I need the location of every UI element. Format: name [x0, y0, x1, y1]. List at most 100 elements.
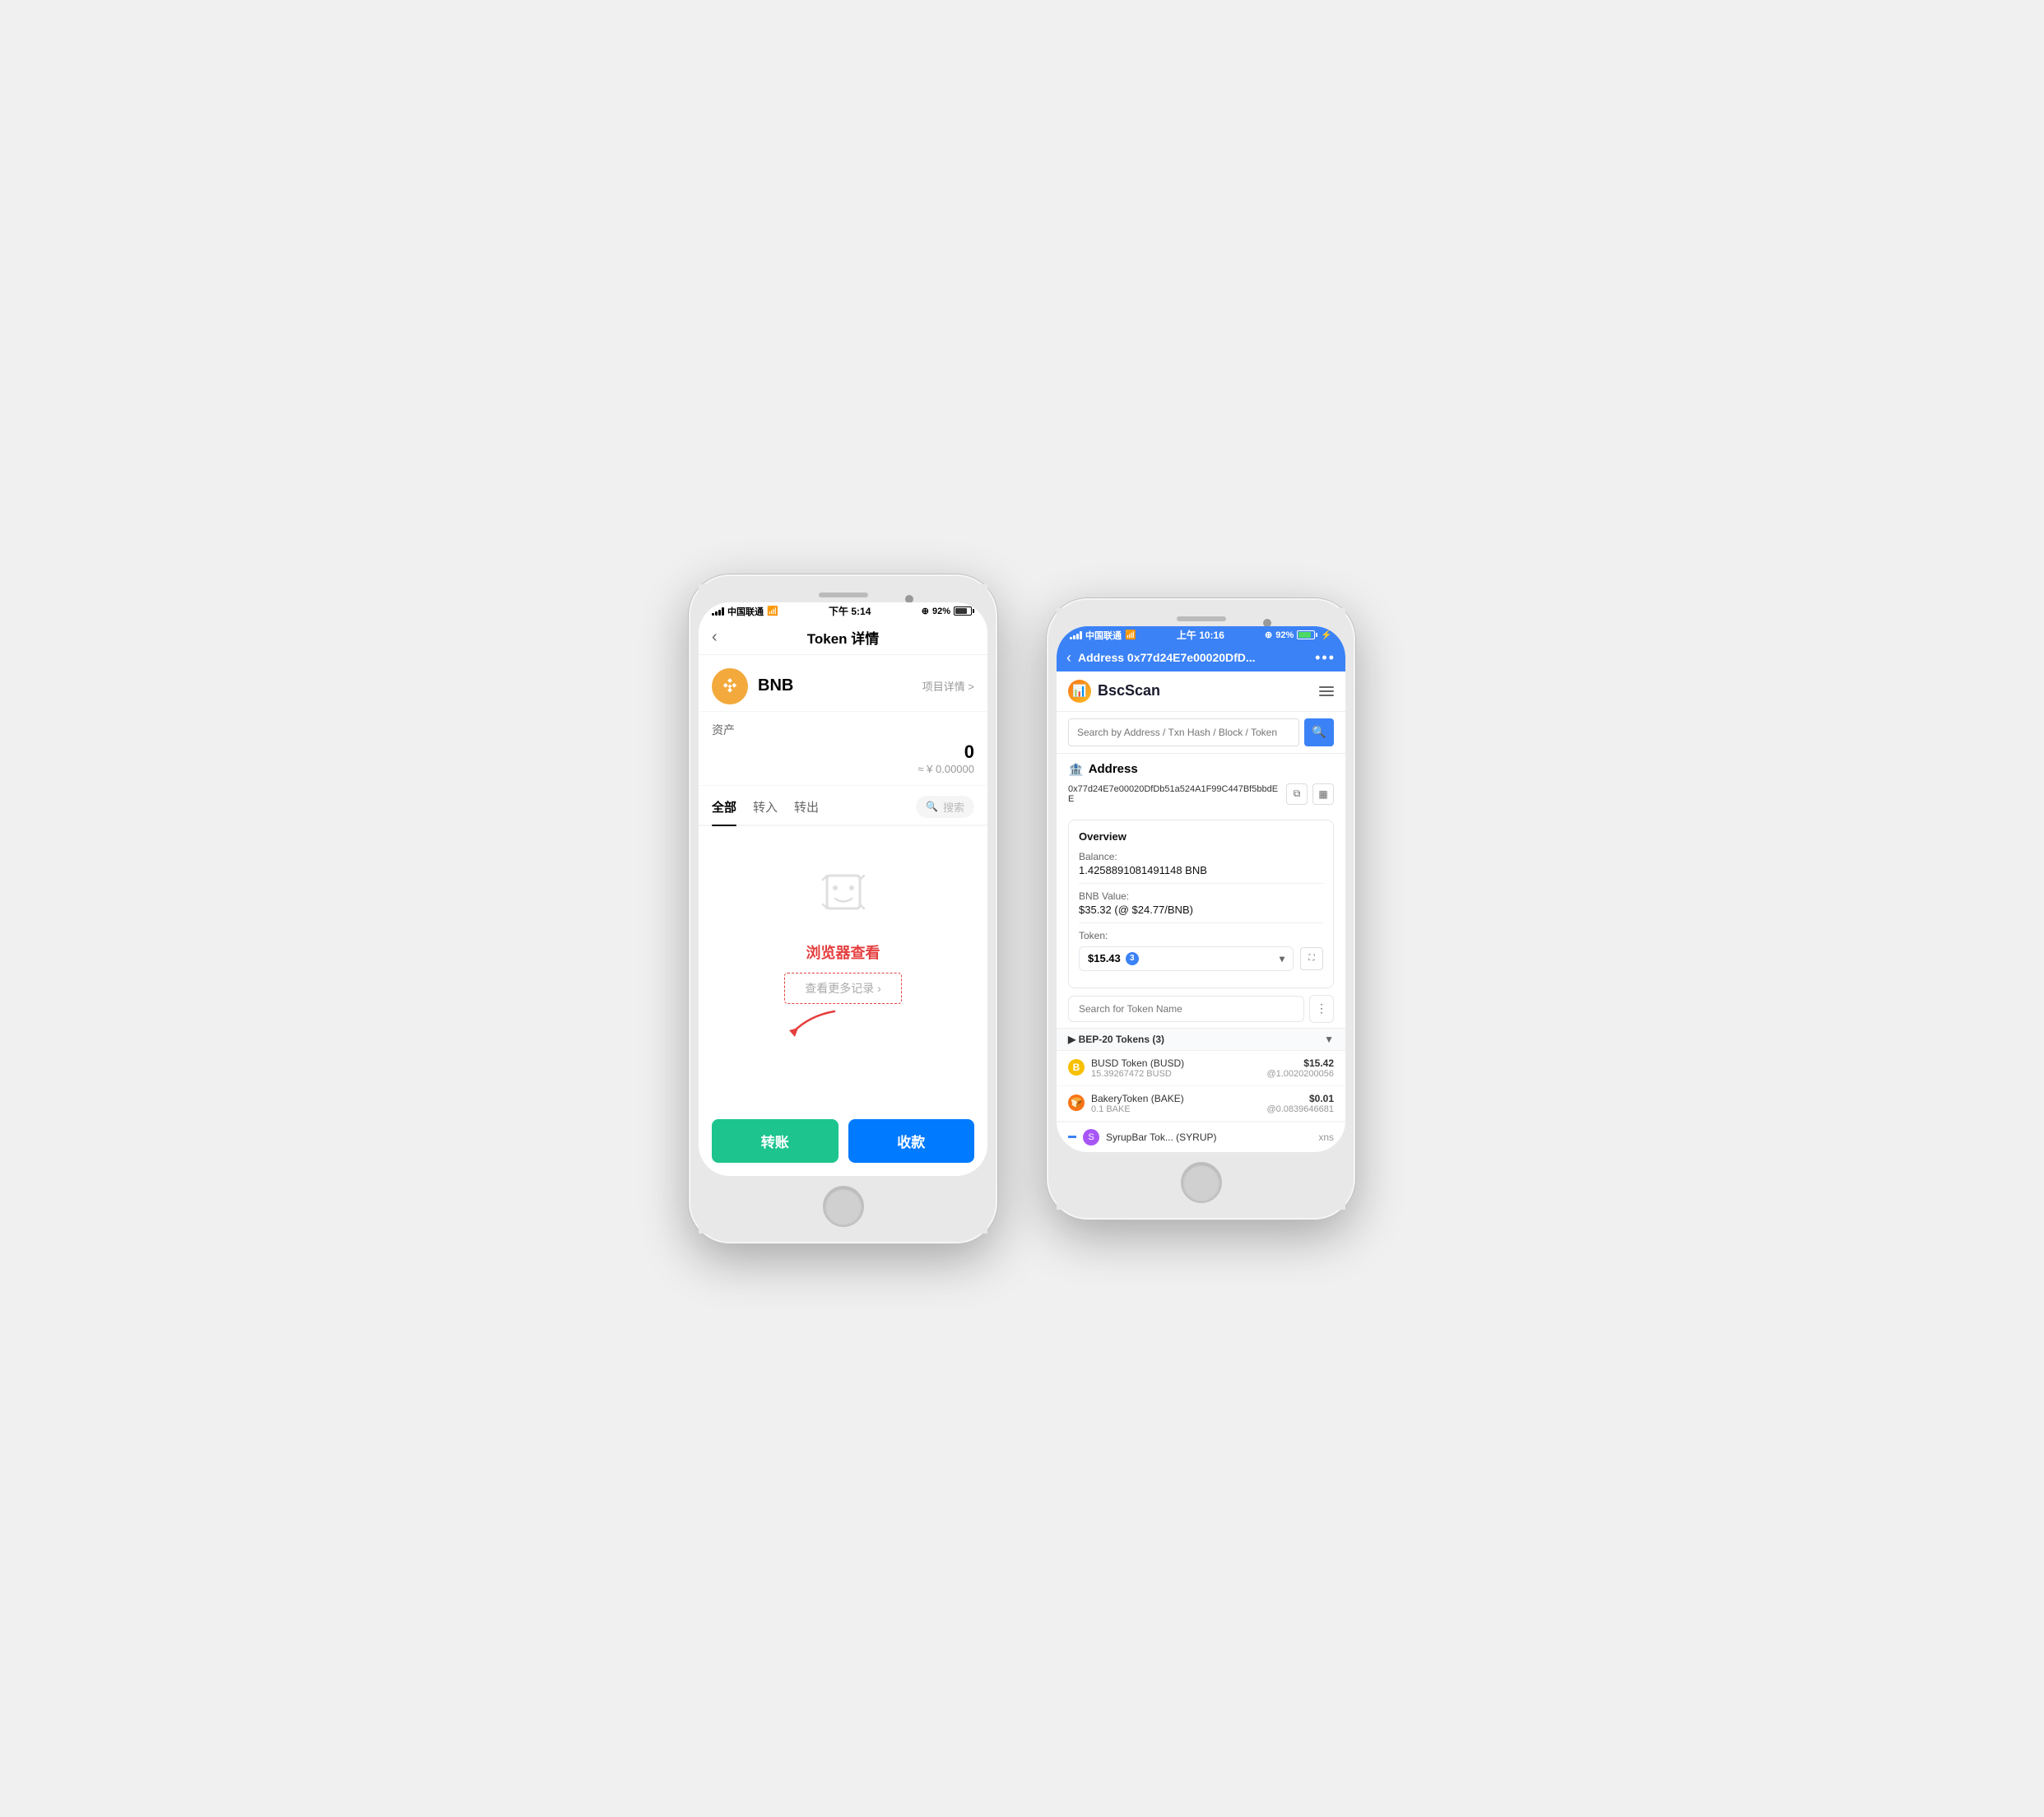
empty-state-area: 浏览器查看 查看更多记录 › — [699, 826, 987, 1057]
home-button-right[interactable] — [1181, 1162, 1222, 1203]
syrup-token-icon: S — [1083, 1129, 1099, 1146]
tab-out[interactable]: 转出 — [794, 798, 819, 816]
token-search-area: ⋮ — [1068, 995, 1334, 1023]
txns-label: xns — [1318, 1132, 1334, 1143]
token-label: Token: — [1079, 930, 1323, 941]
bake-token-info: BakeryToken (BAKE) 0.1 BAKE — [1091, 1093, 1260, 1114]
annotation-area — [699, 1007, 987, 1040]
hamburger-menu-btn[interactable] — [1319, 686, 1334, 696]
red-arrow-annotation — [785, 1007, 851, 1040]
speaker-left — [819, 592, 868, 597]
bscscan-back-btn[interactable]: ‹ — [1066, 649, 1071, 667]
address-section: 🏦 Address 0x77d24E7e00020DfDb51a524A1F99… — [1057, 754, 1345, 813]
left-status-bar: 中国联通 📶 下午 5:14 ⊕ 92% — [699, 602, 987, 620]
bscscan-search-input[interactable] — [1068, 718, 1299, 746]
last-token-row: S SyrupBar Tok... (SYRUP) xns — [1057, 1122, 1345, 1152]
home-button-area-right — [1057, 1152, 1345, 1210]
home-button-area-left — [699, 1176, 987, 1234]
tab-in[interactable]: 转入 — [753, 798, 778, 816]
time-left: 下午 5:14 — [829, 604, 871, 618]
carrier-left: 中国联通 — [727, 605, 764, 618]
bep20-label: ▶ BEP-20 Tokens (3) — [1068, 1034, 1164, 1045]
bscscan-nav-menu[interactable]: ••• — [1315, 649, 1336, 667]
bep20-header: ▶ BEP-20 Tokens (3) ▼ — [1057, 1028, 1345, 1051]
balance-label: Balance: — [1079, 851, 1323, 862]
bscscan-search-row: 🔍 — [1057, 712, 1345, 754]
syrup-token-item: S SyrupBar Tok... (SYRUP) — [1068, 1129, 1216, 1146]
bnb-value-label: BNB Value: — [1079, 890, 1323, 902]
address-hash-text: 0x77d24E7e00020DfDb51a524A1F99C447Bf5bbd… — [1068, 784, 1280, 804]
copy-address-btn[interactable]: ⧉ — [1286, 783, 1308, 805]
address-actions: ⧉ ▦ — [1286, 783, 1334, 805]
charging-icon: ⚡ — [1321, 630, 1332, 640]
location-icon: ⊕ — [922, 606, 929, 616]
overview-card: Overview Balance: 1.4258891081491148 BNB… — [1068, 820, 1334, 988]
search-btn-icon: 🔍 — [1312, 725, 1326, 739]
overview-divider-1 — [1079, 883, 1323, 884]
bscscan-nav-bar: ‹ Address 0x77d24E7e00020DfD... ••• — [1057, 644, 1345, 672]
transaction-search[interactable]: 🔍 搜索 — [916, 796, 974, 818]
bnb-logo — [712, 668, 748, 704]
wifi-icon-right: 📶 — [1125, 630, 1136, 640]
left-status-right: ⊕ 92% — [922, 606, 974, 616]
empty-icon — [811, 859, 876, 925]
receive-btn[interactable]: 收款 — [848, 1119, 975, 1163]
busd-usd-value: $15.42 — [1266, 1057, 1334, 1069]
right-status-right: ⊕ 92% ⚡ — [1265, 630, 1332, 640]
token-list-item-bake[interactable]: 🍞 BakeryToken (BAKE) 0.1 BAKE $0.01 @0.0… — [1057, 1086, 1345, 1122]
left-phone: 中国联通 📶 下午 5:14 ⊕ 92% ‹ Token 详情 — [689, 574, 997, 1243]
bscscan-nav-title: Address 0x77d24E7e00020DfD... — [1078, 651, 1308, 664]
bep20-title: ▶ BEP-20 Tokens (3) — [1068, 1034, 1164, 1045]
battery-left — [954, 606, 974, 616]
token-dropdown-icon[interactable]: ▾ — [1280, 953, 1284, 964]
bscscan-search-btn[interactable]: 🔍 — [1304, 718, 1334, 746]
token-expand-btn[interactable]: ⛶ — [1300, 947, 1323, 970]
right-status-bar: 中国联通 📶 上午 10:16 ⊕ 92% ⚡ — [1057, 626, 1345, 644]
busd-token-amount: 15.39267472 BUSD — [1091, 1069, 1260, 1079]
project-detail-link[interactable]: 项目详情 > — [922, 678, 974, 694]
left-nav-bar: ‹ Token 详情 — [699, 620, 987, 655]
bscscan-logo: 📊 BscScan — [1068, 680, 1160, 703]
token-row-overview: Token: $15.43 3 ▾ ⛶ — [1079, 930, 1323, 971]
qr-address-btn[interactable]: ▦ — [1312, 783, 1334, 805]
bake-token-name: BakeryToken (BAKE) — [1091, 1093, 1260, 1104]
battery-pct-right: 92% — [1275, 630, 1294, 640]
address-title-text: Address — [1089, 762, 1138, 776]
syrup-dash-icon — [1068, 1136, 1076, 1138]
busd-token-icon: B — [1068, 1059, 1085, 1076]
busd-token-name: BUSD Token (BUSD) — [1091, 1057, 1260, 1069]
token-count-badge: 3 — [1126, 952, 1139, 965]
token-search-input[interactable] — [1068, 996, 1304, 1022]
signal-icon-right — [1070, 631, 1082, 639]
browser-hint-text: 浏览器查看 — [806, 941, 880, 963]
battery-right — [1297, 630, 1317, 639]
tab-all[interactable]: 全部 — [712, 798, 736, 816]
home-button-left[interactable] — [823, 1186, 864, 1227]
time-right: 上午 10:16 — [1177, 628, 1224, 642]
address-hash-row: 0x77d24E7e00020DfDb51a524A1F99C447Bf5bbd… — [1068, 783, 1334, 805]
token-name-label: BNB — [758, 676, 793, 695]
token-value-text: $15.43 — [1088, 952, 1121, 964]
bep20-toggle-btn[interactable]: ▼ — [1324, 1034, 1334, 1045]
right-status-left: 中国联通 📶 — [1070, 629, 1136, 642]
bnb-value-row: BNB Value: $35.32 (@ $24.77/BNB) — [1079, 890, 1323, 916]
left-back-btn[interactable]: ‹ — [712, 628, 718, 647]
search-placeholder-left: 搜索 — [943, 799, 964, 815]
busd-token-value: $15.42 @1.0020200056 — [1266, 1057, 1334, 1079]
overview-title: Overview — [1079, 830, 1323, 843]
location-icon-right: ⊕ — [1265, 630, 1272, 640]
speaker-right — [1177, 616, 1226, 621]
bake-rate: @0.0839646681 — [1266, 1104, 1334, 1114]
right-phone: 中国联通 📶 上午 10:16 ⊕ 92% ⚡ ‹ Address 0 — [1047, 598, 1355, 1220]
token-list-item-busd[interactable]: B BUSD Token (BUSD) 15.39267472 BUSD $15… — [1057, 1051, 1345, 1086]
token-header: BNB 项目详情 > — [699, 655, 987, 712]
token-more-options-btn[interactable]: ⋮ — [1309, 995, 1334, 1023]
transaction-tabs: 全部 转入 转出 🔍 搜索 — [699, 786, 987, 826]
asset-label: 资产 — [712, 722, 974, 738]
bake-token-value: $0.01 @0.0839646681 — [1266, 1093, 1334, 1114]
view-more-records-btn[interactable]: 查看更多记录 › — [784, 973, 902, 1004]
balance-value: 1.4258891081491148 BNB — [1079, 864, 1323, 876]
asset-section: 资产 0 ≈ ¥ 0.00000 — [699, 712, 987, 786]
transfer-btn[interactable]: 转账 — [712, 1119, 839, 1163]
bake-token-amount: 0.1 BAKE — [1091, 1104, 1260, 1114]
